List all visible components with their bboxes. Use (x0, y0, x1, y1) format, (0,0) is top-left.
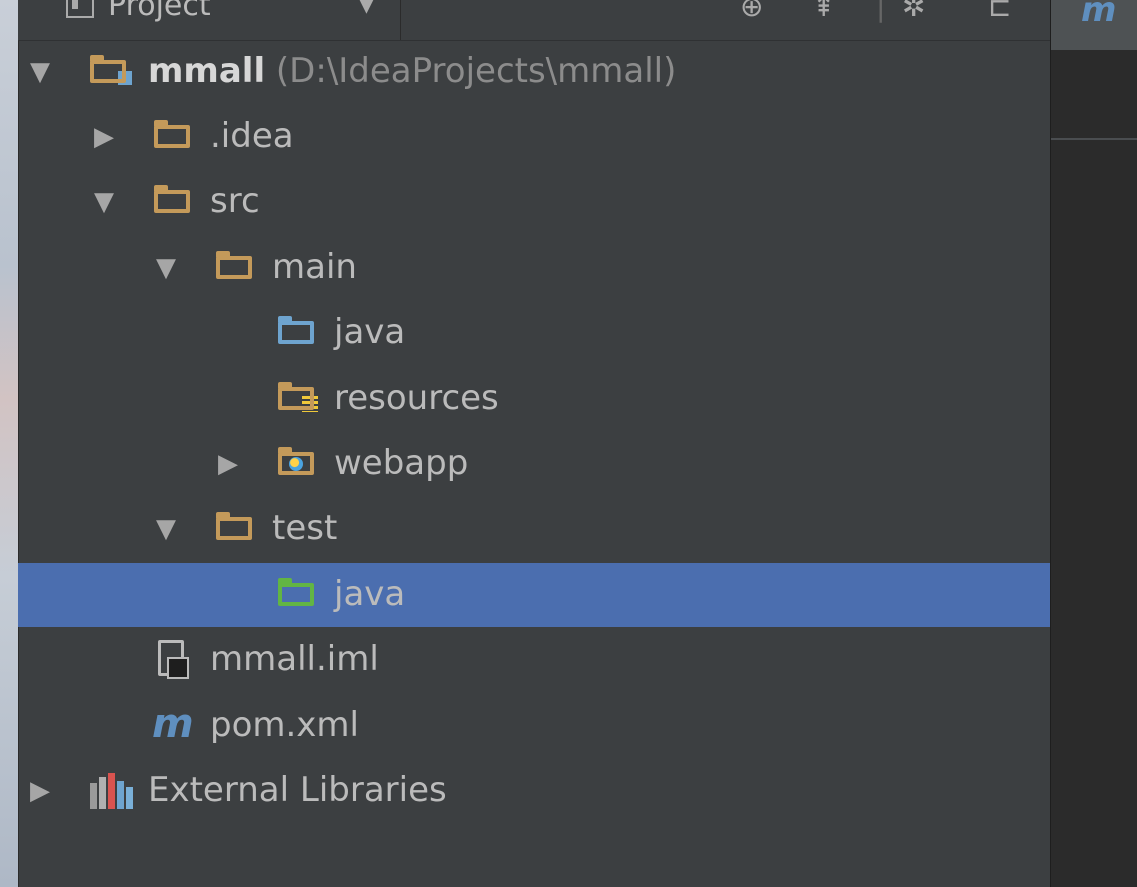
folder-icon (154, 185, 190, 213)
tree-node-mmall-iml[interactable]: mmall.iml (18, 628, 1050, 692)
expand-toggle-icon[interactable]: ▼ (156, 254, 176, 282)
tree-node-label: .idea (210, 116, 294, 156)
module-path: (D:\IdeaProjects\mmall) (275, 51, 677, 91)
tree-node-test-java[interactable]: java (18, 563, 1050, 627)
project-tool-window-header: Project ▼ ⊕ ⇞ | ✲ ⊏ (18, 0, 1050, 41)
tree-node-mmall[interactable]: ▼ mmall (D:\IdeaProjects\mmall) (18, 40, 1050, 104)
tree-node-external-libraries[interactable]: ▶ External Libraries (18, 759, 1050, 823)
scroll-from-source-icon[interactable]: ⊕ (740, 0, 763, 23)
project-view-selector[interactable]: Project (66, 0, 211, 23)
tree-node-main[interactable]: ▼ main (18, 236, 1050, 300)
tree-node-pom[interactable]: m pom.xml (18, 694, 1050, 758)
tree-node-label: src (210, 181, 260, 221)
source-root-icon (278, 316, 314, 344)
iml-file-icon (158, 640, 189, 679)
tree-node-label: mmall.iml (210, 639, 379, 679)
folder-icon (154, 120, 190, 148)
maven-icon: m (152, 701, 194, 747)
tree-node-test[interactable]: ▼ test (18, 497, 1050, 561)
test-root-icon (278, 578, 314, 606)
tree-node-webapp[interactable]: ▶ webapp (18, 432, 1050, 496)
expand-toggle-icon[interactable]: ▶ (30, 777, 50, 805)
tree-node-label: java (334, 312, 406, 352)
tree-node-idea[interactable]: ▶ .idea (18, 105, 1050, 169)
tree-node-label: java (334, 574, 406, 614)
desktop-edge (0, 0, 19, 887)
tree-node-src[interactable]: ▼ src (18, 170, 1050, 234)
folder-icon (216, 512, 252, 540)
editor-divider (1051, 138, 1137, 140)
tree-node-label: pom.xml (210, 705, 359, 745)
tree-node-label: resources (334, 378, 499, 418)
collapse-all-icon[interactable]: ⇞ (812, 0, 835, 23)
expand-toggle-icon[interactable]: ▼ (156, 515, 176, 543)
expand-toggle-icon[interactable]: ▶ (218, 450, 238, 478)
tree-node-label: webapp (334, 443, 469, 483)
tree-node-resources[interactable]: resources (18, 367, 1050, 431)
toolbar-divider: | (876, 0, 886, 23)
tree-node-label: External Libraries (148, 770, 447, 810)
folder-icon (216, 251, 252, 279)
gear-icon[interactable]: ✲ (902, 0, 925, 23)
project-icon (66, 0, 94, 18)
expand-toggle-icon[interactable]: ▼ (30, 58, 50, 86)
maven-tab-icon: m (1081, 0, 1117, 30)
header-divider (400, 0, 401, 40)
chevron-down-icon[interactable]: ▼ (358, 0, 375, 17)
tree-node-label: mmall (148, 51, 266, 91)
expand-toggle-icon[interactable]: ▶ (94, 123, 114, 151)
tree-node-label: test (272, 508, 338, 548)
module-folder-icon (90, 55, 132, 85)
tree-node-main-java[interactable]: java (18, 301, 1050, 365)
project-view-title: Project (108, 0, 211, 23)
resources-root-icon (278, 382, 318, 412)
libraries-icon (90, 773, 133, 809)
web-folder-icon (278, 447, 314, 475)
editor-area: m (1050, 0, 1137, 887)
hide-panel-icon[interactable]: ⊏ (988, 0, 1011, 23)
expand-toggle-icon[interactable]: ▼ (94, 188, 114, 216)
tree-node-label: main (272, 247, 357, 287)
editor-tab[interactable]: m (1051, 0, 1137, 50)
